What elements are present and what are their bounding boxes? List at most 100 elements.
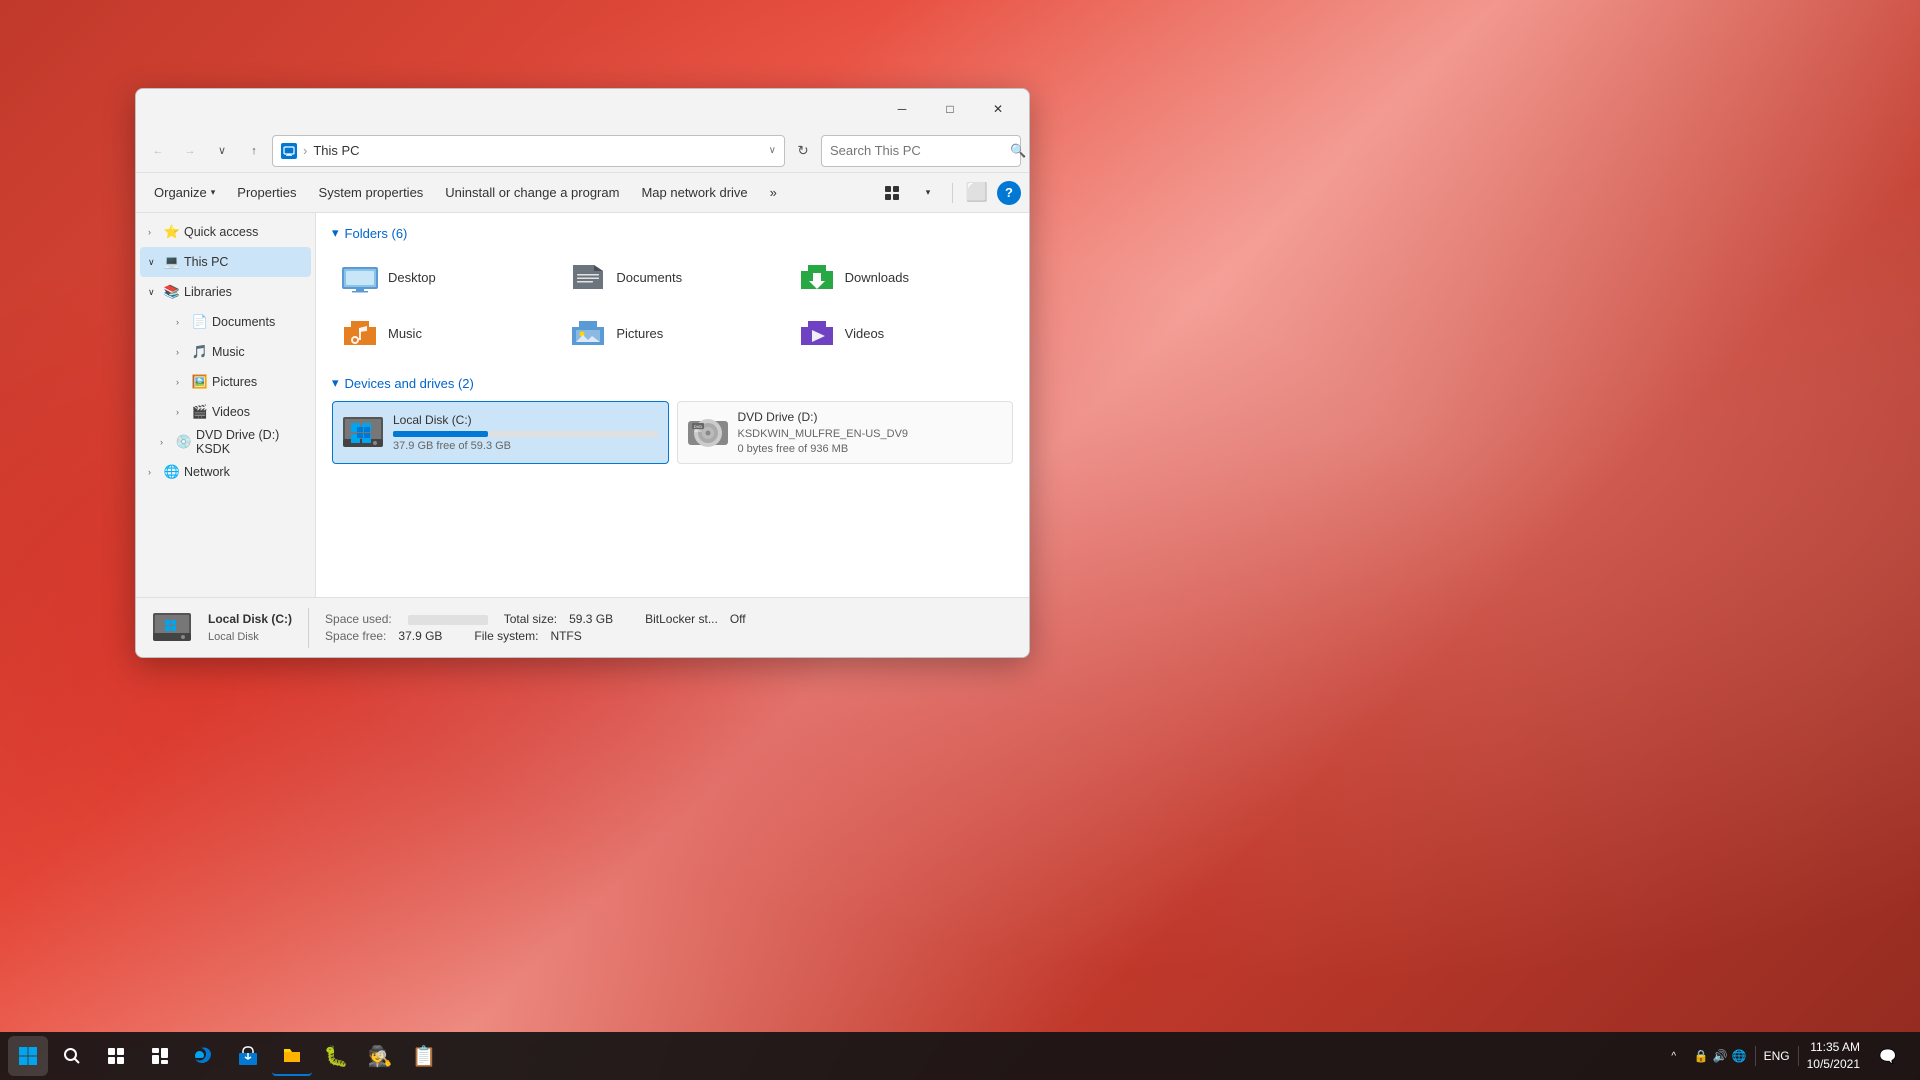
videos-label-sidebar: Videos (212, 405, 303, 419)
close-icon: ✕ (993, 102, 1003, 116)
sidebar-item-pictures[interactable]: › 🖼️ Pictures (140, 367, 311, 397)
taskbar-search-button[interactable] (52, 1036, 92, 1076)
folder-item-desktop[interactable]: Desktop (332, 251, 556, 303)
tray-expand-button[interactable]: ^ (1662, 1044, 1686, 1068)
notification-button[interactable]: 🗨️ (1868, 1036, 1908, 1076)
toolbar-separator (952, 183, 953, 203)
libraries-label: Libraries (184, 285, 303, 299)
taskbar-spy-button[interactable]: 🕵️ (360, 1036, 400, 1076)
space-used-bar (404, 612, 492, 626)
toolbar: Organize ▾ Properties System properties … (136, 173, 1029, 213)
back-button[interactable]: ← (144, 137, 172, 165)
taskbar-file-explorer-button[interactable] (272, 1036, 312, 1076)
file-system-label: File system: (474, 629, 538, 643)
address-bar[interactable]: › This PC ∨ (272, 135, 785, 167)
window-controls: ─ □ ✕ (879, 93, 1021, 125)
libraries-icon: 📚 (164, 284, 180, 300)
taskbar-task-view-button[interactable] (96, 1036, 136, 1076)
taskbar-bug-button[interactable]: 🐛 (316, 1036, 356, 1076)
taskbar-notes-button[interactable]: 📋 (404, 1036, 444, 1076)
organize-chevron: ▾ (211, 187, 216, 198)
network-icon: 🌐 (164, 464, 180, 480)
taskbar-widgets-button[interactable] (140, 1036, 180, 1076)
taskbar-date: 10/5/2021 (1807, 1056, 1860, 1073)
refresh-button[interactable]: ↻ (789, 137, 817, 165)
close-button[interactable]: ✕ (975, 93, 1021, 125)
view-layout-button[interactable] (876, 178, 908, 208)
taskbar-clock[interactable]: 11:35 AM 10/5/2021 (1807, 1039, 1860, 1073)
music-folder-icon (342, 315, 378, 351)
sidebar-item-dvd[interactable]: › 💿 DVD Drive (D:) KSDK (140, 427, 311, 457)
maximize-button[interactable]: □ (927, 93, 973, 125)
sidebar-item-network[interactable]: › 🌐 Network (140, 457, 311, 487)
taskbar-tray-divider (1755, 1046, 1756, 1066)
system-properties-label: System properties (319, 185, 424, 200)
total-size-label: Total size: (504, 612, 557, 626)
up-icon: ↑ (251, 145, 257, 157)
sidebar-item-this-pc[interactable]: ∨ 💻 This PC (140, 247, 311, 277)
dropdown-button[interactable]: ∨ (208, 137, 236, 165)
drive-item-d[interactable]: DVD ROM DVD Drive (D:) KSDKWIN_MULFRE_EN… (677, 401, 1014, 464)
organize-button[interactable]: Organize ▾ (144, 178, 225, 208)
view-layout-chevron[interactable]: ▾ (912, 178, 944, 208)
this-pc-label: This PC (184, 255, 303, 269)
sidebar-item-videos[interactable]: › 🎬 Videos (140, 397, 311, 427)
main-area: › ⭐ Quick access ∨ 💻 This PC ∨ 📚 Librari… (136, 213, 1029, 597)
search-icon[interactable]: 🔍 (1010, 143, 1026, 159)
network-chevron: › (148, 467, 160, 477)
title-bar: ─ □ ✕ (136, 89, 1029, 129)
folder-item-pictures[interactable]: Pictures (560, 307, 784, 359)
devices-chevron: ▾ (332, 375, 339, 391)
details-pane-button[interactable]: ⬜ (961, 178, 993, 208)
organize-label: Organize (154, 185, 207, 200)
taskbar-edge-button[interactable] (184, 1036, 224, 1076)
sidebar-item-quick-access[interactable]: › ⭐ Quick access (140, 217, 311, 247)
folder-item-music[interactable]: Music (332, 307, 556, 359)
language-indicator[interactable]: ENG (1764, 1049, 1790, 1063)
system-properties-button[interactable]: System properties (309, 178, 434, 208)
local-disk-info: Local Disk (C:) 37.9 GB free of 59.3 GB (393, 413, 658, 452)
documents-folder-label: Documents (616, 270, 682, 285)
taskbar-left: 🐛 🕵️ 📋 (0, 1036, 452, 1076)
quick-access-star-icon: ⭐ (164, 224, 180, 240)
pictures-icon-sidebar: 🖼️ (192, 374, 208, 390)
volume-icon: 🔊 (1713, 1049, 1728, 1063)
properties-button[interactable]: Properties (227, 178, 306, 208)
more-icon: » (770, 185, 777, 200)
devices-section-header[interactable]: ▾ Devices and drives (2) (332, 375, 1013, 391)
bitlocker-value: Off (730, 612, 746, 626)
drive-item-c[interactable]: Local Disk (C:) 37.9 GB free of 59.3 GB (332, 401, 669, 464)
desktop-folder-icon (342, 259, 378, 295)
search-input[interactable] (830, 143, 1006, 158)
sidebar-item-music[interactable]: › 🎵 Music (140, 337, 311, 367)
dropdown-icon: ∨ (218, 144, 226, 157)
search-box[interactable]: 🔍 (821, 135, 1021, 167)
taskbar-store-button[interactable] (228, 1036, 268, 1076)
help-button[interactable]: ? (997, 181, 1021, 205)
more-toolbar-button[interactable]: » (760, 178, 787, 208)
address-chevron: ∨ (769, 145, 776, 156)
dvd-icon-sidebar: 💿 (176, 434, 192, 450)
uninstall-button[interactable]: Uninstall or change a program (435, 178, 629, 208)
folders-section-header[interactable]: ▾ Folders (6) (332, 225, 1013, 241)
up-button[interactable]: ↑ (240, 137, 268, 165)
forward-button[interactable]: → (176, 137, 204, 165)
videos-folder-label: Videos (845, 326, 885, 341)
uninstall-label: Uninstall or change a program (445, 185, 619, 200)
local-disk-icon (343, 413, 383, 453)
properties-label: Properties (237, 185, 296, 200)
folder-item-documents[interactable]: Documents (560, 251, 784, 303)
sidebar-item-libraries[interactable]: ∨ 📚 Libraries (140, 277, 311, 307)
start-button[interactable] (8, 1036, 48, 1076)
pictures-chevron-sidebar: › (176, 377, 188, 387)
address-row: ← → ∨ ↑ › This PC ∨ ↻ (136, 129, 1029, 173)
sidebar-item-documents[interactable]: › 📄 Documents (140, 307, 311, 337)
status-space-info: Space used: Total size: 59.3 GB BitLocke… (325, 612, 746, 643)
minimize-button[interactable]: ─ (879, 93, 925, 125)
folder-item-videos[interactable]: Videos (789, 307, 1013, 359)
downloads-folder-icon (799, 259, 835, 295)
status-drive-icon (152, 608, 192, 648)
taskbar-lang-divider (1798, 1046, 1799, 1066)
folder-item-downloads[interactable]: Downloads (789, 251, 1013, 303)
map-network-button[interactable]: Map network drive (631, 178, 757, 208)
